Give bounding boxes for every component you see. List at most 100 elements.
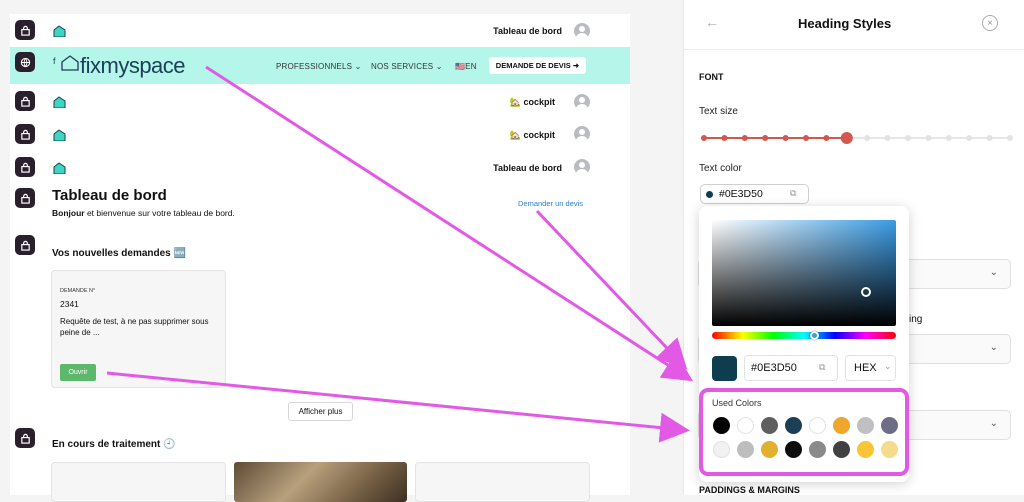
slider-step[interactable]	[803, 135, 809, 141]
section-title: Vos nouvelles demandes 🆕	[52, 248, 186, 259]
color-swatch[interactable]	[785, 441, 802, 458]
lock-icon	[20, 240, 30, 251]
back-arrow-icon[interactable]: ←	[705, 14, 719, 30]
progress-card[interactable]	[51, 462, 226, 502]
color-swatch[interactable]	[809, 441, 826, 458]
section-paddings: PADDINGS & MARGINS	[699, 485, 800, 495]
logo-mark: f	[53, 56, 56, 66]
color-field[interactable]: #0E3D50 ⧉	[700, 184, 809, 204]
chevron-down-icon: ⌄	[989, 418, 998, 429]
nav-services[interactable]: NOS SERVICES ⌄	[371, 62, 443, 71]
row-title: Tableau de bord	[493, 163, 562, 173]
slider-step[interactable]	[884, 135, 891, 141]
chevron-down-icon: ⌄	[989, 342, 998, 353]
slider-step[interactable]	[925, 135, 932, 141]
text-size-label: Text size	[699, 106, 738, 117]
slider-step[interactable]	[945, 135, 952, 141]
used-colors-label: Used Colors	[712, 398, 762, 408]
hue-slider[interactable]	[712, 332, 896, 339]
hue-handle[interactable]	[810, 331, 819, 340]
color-swatch[interactable]	[857, 441, 874, 458]
row-lock-button[interactable]	[15, 91, 35, 111]
close-icon[interactable]: ×	[982, 15, 998, 31]
house-logo-icon	[61, 55, 79, 71]
color-swatch[interactable]	[857, 417, 874, 434]
color-swatch[interactable]	[809, 417, 826, 434]
panel-title: Heading Styles	[798, 16, 892, 31]
setting-label-fragment: ing	[909, 314, 923, 325]
row-lock-button[interactable]	[15, 428, 35, 448]
color-swatch[interactable]	[737, 441, 754, 458]
row-title: 🏡 cockpit	[509, 97, 555, 107]
slider-handle[interactable]	[840, 132, 853, 144]
copy-icon[interactable]: ⧉	[819, 362, 825, 373]
request-quote-link[interactable]: Demander un devis	[518, 199, 583, 208]
slider-step[interactable]	[864, 135, 871, 141]
globe-icon	[20, 57, 30, 67]
lock-icon	[20, 129, 30, 140]
color-preview	[712, 356, 737, 381]
hex-input[interactable]: #0E3D50 ⧉	[744, 355, 838, 381]
lock-icon	[20, 433, 30, 444]
row-title: Tableau de bord	[493, 26, 562, 36]
row-lock-button[interactable]	[15, 124, 35, 144]
slider-step[interactable]	[741, 135, 748, 141]
house-logo-icon	[53, 162, 66, 174]
slider-step[interactable]	[966, 135, 973, 141]
color-swatch[interactable]	[785, 417, 802, 434]
color-swatch[interactable]	[713, 417, 730, 434]
slider-step[interactable]	[762, 135, 769, 141]
slider-step[interactable]	[823, 135, 830, 141]
color-swatch[interactable]	[833, 417, 850, 434]
avatar[interactable]	[574, 159, 590, 175]
divider	[684, 49, 1024, 50]
color-swatch[interactable]	[881, 441, 898, 458]
saturation-area[interactable]	[712, 220, 896, 326]
row-globe-button[interactable]	[15, 52, 35, 72]
copy-icon[interactable]: ⧉	[790, 188, 796, 199]
format-value: HEX	[854, 362, 877, 374]
slider-step[interactable]	[986, 135, 993, 141]
avatar[interactable]	[574, 23, 590, 39]
slider-step[interactable]	[905, 135, 911, 141]
greeting-text: Bonjour et bienvenue sur votre tableau d…	[52, 208, 235, 218]
language-switch[interactable]: 🇺🇸EN	[455, 62, 477, 71]
color-swatch[interactable]	[761, 417, 778, 434]
progress-card[interactable]	[415, 462, 590, 502]
color-swatch[interactable]	[833, 441, 850, 458]
lock-icon	[20, 25, 30, 36]
request-label: DEMANDE N°	[60, 288, 96, 294]
text-size-slider[interactable]	[698, 130, 1016, 146]
format-select[interactable]: HEX ⌄	[845, 355, 896, 381]
request-description: Requête de test, à ne pas supprimer sous…	[60, 317, 209, 337]
row-lock-button[interactable]	[15, 235, 35, 255]
color-value: #0E3D50	[719, 188, 763, 200]
slider-step[interactable]	[1007, 135, 1013, 141]
avatar[interactable]	[574, 94, 590, 110]
section-title: En cours de traitement 🕘	[52, 439, 176, 450]
avatar[interactable]	[574, 126, 590, 142]
color-swatch[interactable]	[881, 417, 898, 434]
request-photo[interactable]	[234, 462, 407, 502]
slider-step[interactable]	[701, 135, 707, 141]
row-lock-button[interactable]	[15, 20, 35, 40]
nav-professionnels[interactable]: PROFESSIONNELS ⌄	[276, 62, 362, 71]
row-lock-button[interactable]	[15, 188, 35, 208]
color-swatch[interactable]	[761, 441, 778, 458]
chevron-down-icon: ⌄	[989, 267, 998, 278]
text-color-label: Text color	[699, 163, 742, 174]
show-more-button[interactable]: Afficher plus	[288, 402, 353, 421]
saturation-handle[interactable]	[861, 287, 871, 297]
lock-icon	[20, 193, 30, 204]
request-quote-button[interactable]: DEMANDE DE DEVIS ➜	[489, 57, 586, 74]
row-lock-button[interactable]	[15, 157, 35, 177]
open-button[interactable]: Ouvrir	[60, 364, 96, 381]
color-swatch	[706, 191, 713, 198]
house-logo-icon	[53, 25, 66, 37]
slider-step[interactable]	[721, 135, 728, 141]
house-logo-icon	[53, 129, 66, 141]
color-swatch[interactable]	[737, 417, 754, 434]
color-swatch[interactable]	[713, 441, 730, 458]
slider-step[interactable]	[782, 135, 789, 141]
house-logo-icon	[53, 96, 66, 108]
